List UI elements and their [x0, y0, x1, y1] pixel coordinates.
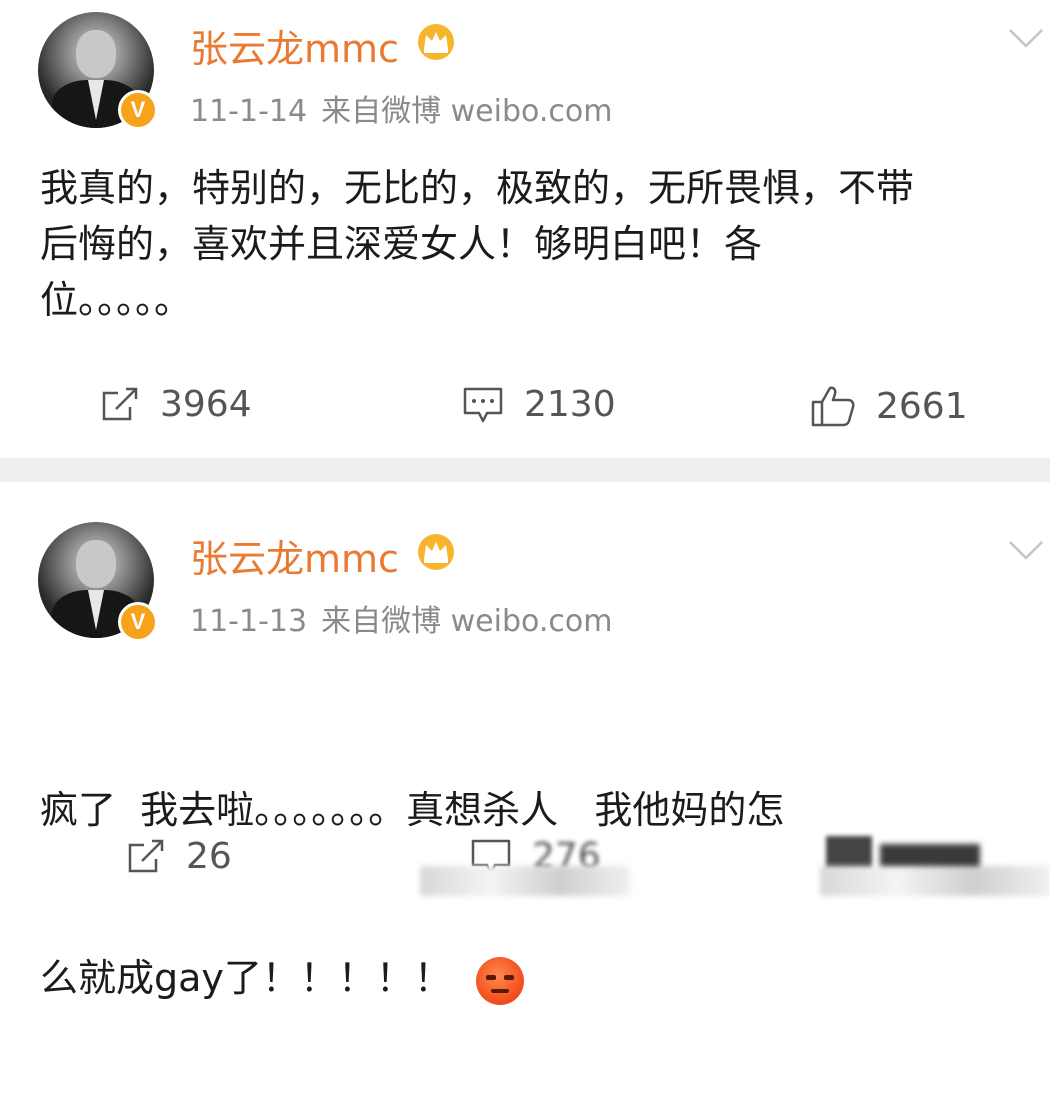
post-date: 11-1-14 [190, 94, 308, 129]
obscured-area [420, 866, 630, 896]
like-icon [811, 386, 855, 427]
verified-badge-icon: V [118, 90, 158, 130]
like-count: 2661 [876, 385, 968, 427]
like-icon [826, 836, 872, 870]
repost-icon [128, 839, 164, 872]
crown-icon [418, 24, 454, 60]
post-content-line: 疯了 我去啦。。。。。。。真想杀人 我他妈的怎 [40, 788, 785, 832]
verified-badge-icon: V [118, 602, 158, 642]
repost-button[interactable]: 26 [126, 836, 232, 877]
repost-icon [102, 387, 138, 420]
username[interactable]: 张云龙mmc [190, 18, 399, 73]
repost-button[interactable]: 3964 [100, 384, 252, 425]
crown-icon [418, 534, 454, 570]
comment-button[interactable]: 2130 [462, 384, 616, 425]
repost-count: 3964 [160, 384, 252, 425]
post-source[interactable]: 来自微博 weibo.com [321, 604, 612, 639]
chevron-down-icon[interactable] [1006, 538, 1046, 562]
post-meta: 11-1-13 来自微博 weibo.com [190, 596, 626, 640]
obscured-area [820, 866, 1050, 896]
post-content: 我真的，特别的，无比的，极致的，无所畏惧，不带 后悔的，喜欢并且深爱女人！够明白… [40, 166, 915, 322]
post-divider [0, 458, 1050, 482]
comment-icon [463, 387, 503, 422]
post-source[interactable]: 来自微博 weibo.com [321, 94, 612, 129]
like-button[interactable] [826, 836, 872, 870]
post-date: 11-1-13 [190, 604, 308, 639]
post-meta: 11-1-14 来自微博 weibo.com [190, 86, 626, 130]
repost-count: 26 [186, 836, 232, 877]
comment-count: 2130 [524, 384, 616, 425]
weibo-post-1: V 张云龙mmc 11-1-14 来自微博 weibo.com 我真的，特别的，无… [0, 0, 1050, 458]
post-content-line: 么就成gay了！！！！！ ✳ [40, 950, 1040, 1006]
chevron-down-icon[interactable] [1006, 26, 1046, 50]
angry-face-emoji: ✳ [475, 951, 524, 1005]
like-button[interactable]: 2661 [810, 384, 968, 428]
post-content-text: 么就成gay了！！！！！ [40, 956, 452, 1000]
weibo-post-2: V 张云龙mmc 11-1-13 来自微博 weibo.com 疯了 我去啦。。。… [0, 482, 1050, 1005]
username[interactable]: 张云龙mmc [190, 528, 399, 583]
